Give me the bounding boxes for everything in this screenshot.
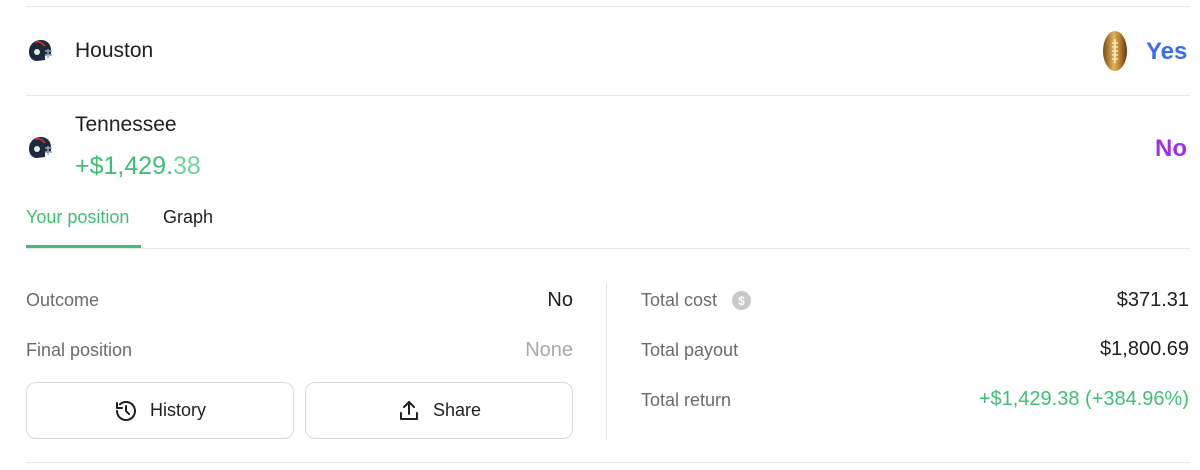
answer-no[interactable]: No: [1155, 135, 1187, 163]
row-divider: [26, 95, 1190, 96]
column-divider: [606, 283, 607, 440]
tabs-divider: [26, 248, 1190, 249]
profit-dollars: +$1,429.: [75, 152, 174, 180]
profit-value: +$1,429.38: [75, 152, 201, 181]
final-position-value: None: [525, 339, 573, 361]
team-name-houston: Houston: [75, 39, 154, 62]
profit-cents: 38: [173, 152, 201, 180]
football-helmet-icon: [25, 38, 53, 64]
total-payout-label: Total payout: [641, 340, 739, 360]
answer-yes[interactable]: Yes: [1146, 38, 1187, 66]
history-label: History: [149, 400, 206, 420]
outcome-label: Outcome: [26, 290, 100, 310]
total-cost-label: Total cost: [641, 290, 718, 310]
total-return-label: Total return: [641, 390, 732, 410]
final-position-label: Final position: [26, 340, 133, 360]
tab-graph[interactable]: Graph: [163, 207, 213, 228]
gold-football-icon: [1101, 30, 1129, 77]
history-icon: [114, 399, 138, 423]
dollar-coin-icon[interactable]: $: [732, 291, 751, 310]
total-payout-value: $1,800.69: [1100, 338, 1189, 360]
bottom-divider: [26, 462, 1190, 463]
tab-your-position[interactable]: Your position: [26, 207, 129, 228]
top-divider: [26, 6, 1190, 7]
history-button[interactable]: History: [26, 382, 294, 439]
team-name-tennessee: Tennessee: [75, 113, 177, 136]
football-helmet-icon: [25, 135, 53, 161]
total-return-value: +$1,429.38 (+384.96%): [978, 388, 1189, 410]
total-cost-value: $371.31: [1116, 289, 1189, 311]
share-label: Share: [432, 400, 482, 420]
share-button[interactable]: Share: [305, 382, 573, 439]
outcome-value: No: [547, 289, 573, 311]
share-icon: [397, 399, 421, 423]
